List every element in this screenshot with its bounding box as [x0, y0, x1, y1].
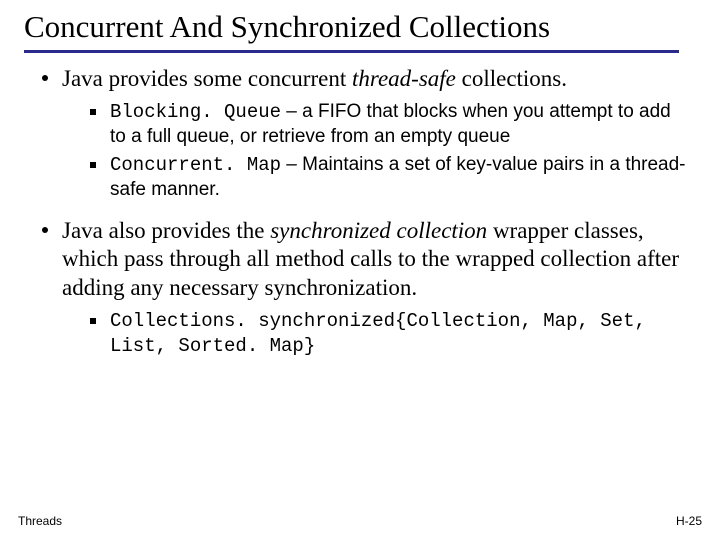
- bullet-text-lead: Java provides some concurrent: [62, 66, 352, 91]
- sub-list: Blocking. Queue – a FIFO that blocks whe…: [88, 100, 690, 203]
- sub-item: Collections. synchronized{Collection, Ma…: [88, 309, 690, 358]
- square-bullet-icon: [90, 109, 96, 115]
- body: Java provides some concurrent thread-saf…: [0, 65, 720, 358]
- square-bullet-icon: [90, 162, 96, 168]
- code-term: Blocking. Queue: [110, 101, 281, 123]
- bullet-text-emph: thread-safe: [352, 66, 456, 91]
- sub-list: Collections. synchronized{Collection, Ma…: [88, 309, 690, 358]
- bullet-text-lead: Java also provides the: [62, 218, 270, 243]
- bullet-text-emph: synchronized collection: [270, 218, 487, 243]
- title-rule: [24, 50, 679, 53]
- code-term: Collections. synchronized{Collection, Ma…: [110, 310, 646, 357]
- bullet-item: Java provides some concurrent thread-saf…: [38, 65, 690, 94]
- bullet-text-tail: collections.: [456, 66, 567, 91]
- bullet-dot-icon: [42, 75, 48, 81]
- bullet-dot-icon: [42, 227, 48, 233]
- slide-title: Concurrent And Synchronized Collections: [24, 10, 696, 44]
- bullet-item: Java also provides the synchronized coll…: [38, 217, 690, 303]
- sub-item: Blocking. Queue – a FIFO that blocks whe…: [88, 100, 690, 149]
- slide: Concurrent And Synchronized Collections …: [0, 0, 720, 540]
- square-bullet-icon: [90, 318, 96, 324]
- footer-right: H-25: [676, 514, 702, 528]
- code-term: Concurrent. Map: [110, 154, 281, 176]
- sub-item: Concurrent. Map – Maintains a set of key…: [88, 153, 690, 202]
- title-area: Concurrent And Synchronized Collections: [0, 0, 720, 50]
- footer-left: Threads: [18, 514, 62, 528]
